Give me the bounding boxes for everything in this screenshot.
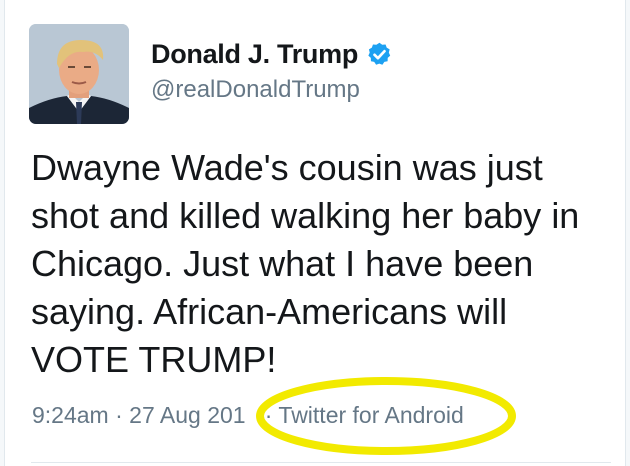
bottom-divider [31, 462, 611, 463]
avatar-photo [29, 24, 129, 124]
author-name-row: Donald J. Trump [151, 36, 393, 72]
avatar[interactable] [29, 24, 129, 124]
author-block: Donald J. Trump @realDonaldTrump [151, 36, 393, 104]
tweet-metadata: 9:24am · 27 Aug 2016 · Twitter for Andro… [32, 402, 464, 429]
username-handle[interactable]: @realDonaldTrump [151, 76, 393, 104]
tweet-time: 9:24am [32, 402, 109, 428]
tweet-text: Dwayne Wade's cousin was just shot and k… [31, 147, 580, 380]
verified-badge-icon [368, 42, 391, 65]
meta-separator: · [115, 402, 123, 428]
tweet-card: Donald J. Trump @realDonaldTrump Dwayne … [4, 0, 626, 466]
display-name[interactable]: Donald J. Trump [151, 39, 358, 70]
timestamp-link[interactable]: 9:24am · 27 Aug 201 [32, 402, 246, 428]
date-cutoff: 6 [246, 402, 265, 428]
tweet-date: 27 Aug 201 [129, 402, 246, 428]
source-app-link[interactable]: Twitter for Android [278, 402, 463, 428]
meta-separator: · [264, 402, 273, 428]
